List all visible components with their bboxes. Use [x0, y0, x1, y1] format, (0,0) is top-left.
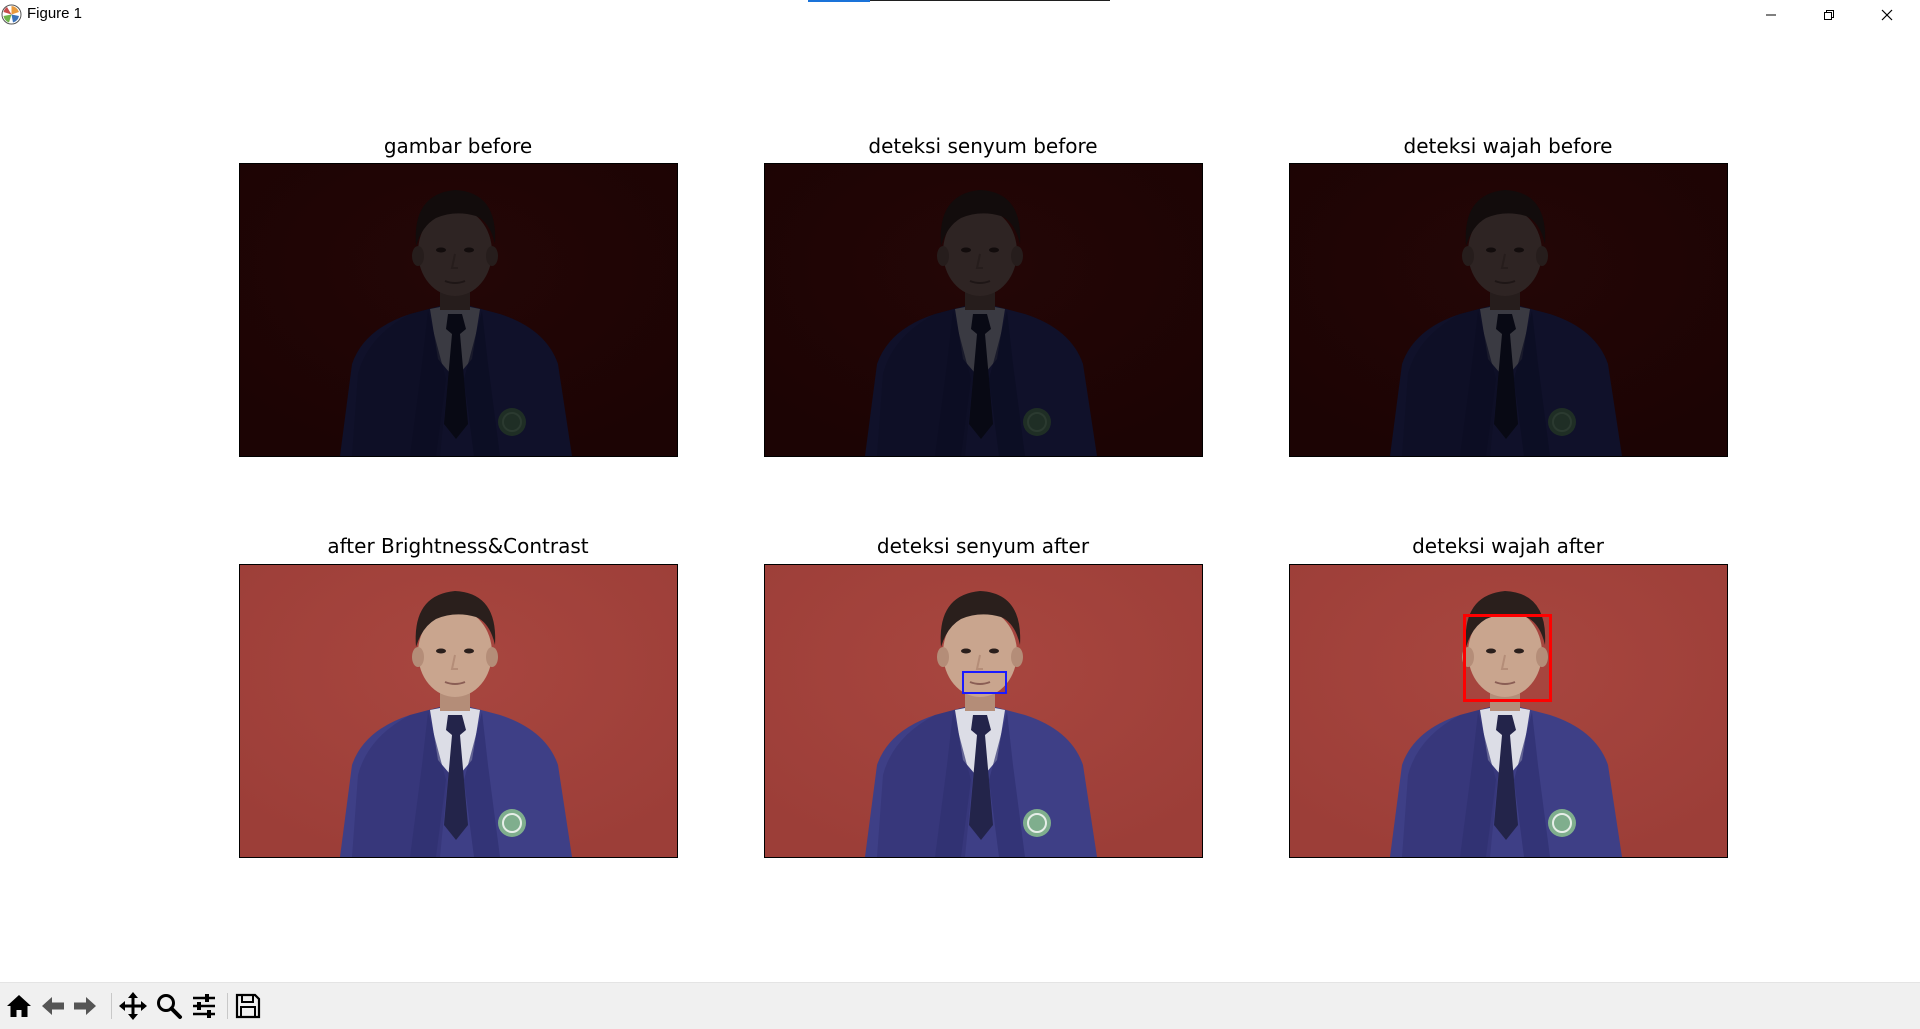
forward-icon: [74, 997, 96, 1015]
face-detection-box: [1463, 614, 1552, 702]
configure-subplots-button[interactable]: [188, 990, 220, 1022]
subplot-title-1: gambar before: [383, 134, 533, 158]
subplot-title-5: deteksi senyum after: [876, 534, 1090, 558]
configure-subplots-icon: [193, 994, 215, 1018]
toolbar-separator: [227, 993, 228, 1019]
save-icon: [235, 993, 261, 1019]
subplot-image-1: [239, 163, 678, 457]
subplot-image-2: [764, 163, 1203, 457]
subplot-title-3: deteksi wajah before: [1403, 134, 1613, 158]
matplotlib-app-icon: [1, 4, 22, 25]
subplot-image-3: [1289, 163, 1728, 457]
minimize-icon: [1766, 14, 1776, 16]
window-title: Figure 1: [27, 5, 83, 22]
zoom-button[interactable]: [153, 990, 185, 1022]
zoom-icon: [157, 994, 182, 1019]
portrait-photo: [1290, 565, 1727, 857]
pan-button[interactable]: [117, 990, 149, 1022]
close-icon: [1881, 9, 1893, 21]
forward-button[interactable]: [69, 990, 101, 1022]
title-accent-highlight: [808, 0, 870, 2]
save-button[interactable]: [232, 990, 264, 1022]
maximize-button[interactable]: [1800, 0, 1858, 30]
subplot-image-4: [239, 564, 678, 858]
home-icon: [7, 995, 31, 1017]
portrait-photo: [240, 565, 677, 857]
pan-icon: [119, 992, 147, 1020]
navigation-toolbar: [0, 982, 1920, 1029]
smile-detection-box: [962, 671, 1007, 694]
portrait-photo: [765, 565, 1202, 857]
home-button[interactable]: [3, 990, 35, 1022]
subplot-image-6: [1289, 564, 1728, 858]
subplot-title-2: deteksi senyum before: [868, 134, 1098, 158]
minimize-button[interactable]: [1742, 0, 1800, 30]
portrait-photo: [240, 164, 677, 456]
subplot-title-6: deteksi wajah after: [1412, 534, 1604, 558]
back-button[interactable]: [37, 990, 69, 1022]
portrait-photo: [765, 164, 1202, 456]
back-icon: [42, 997, 64, 1015]
portrait-photo: [1290, 164, 1727, 456]
close-button[interactable]: [1858, 0, 1916, 30]
maximize-icon: [1824, 10, 1834, 20]
toolbar-separator: [111, 993, 112, 1019]
subplot-title-4: after Brightness&Contrast: [327, 534, 589, 558]
subplot-image-5: [764, 564, 1203, 858]
title-bar: Figure 1: [0, 0, 1920, 30]
figure-canvas[interactable]: gambar before deteksi senyum before dete…: [0, 30, 1920, 982]
